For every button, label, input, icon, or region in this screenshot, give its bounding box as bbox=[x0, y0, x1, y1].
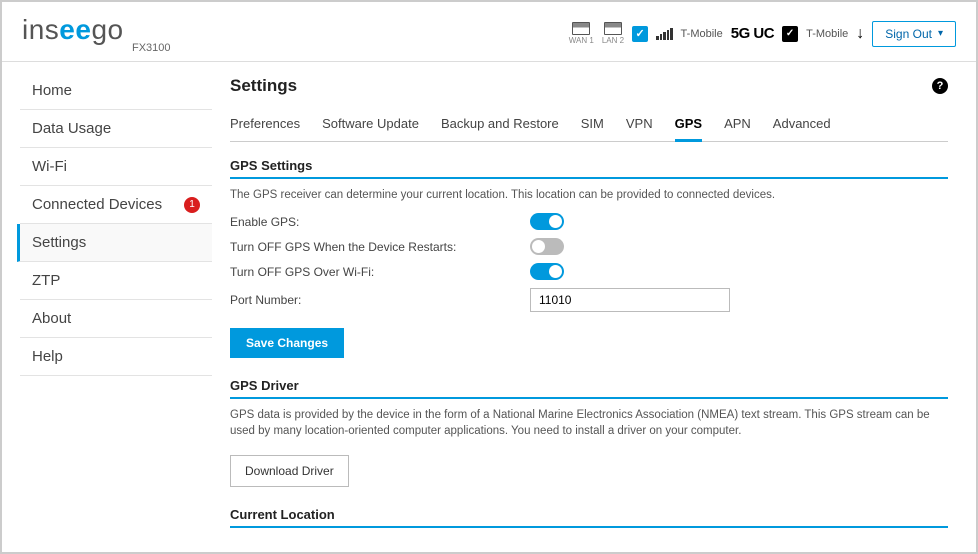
wifi-gps-toggle[interactable] bbox=[530, 263, 564, 280]
signal-bars-icon bbox=[656, 28, 673, 40]
download-arrow-icon: ↓ bbox=[856, 25, 864, 43]
sidebar-label: Connected Devices bbox=[32, 196, 162, 213]
wan1-label: WAN 1 bbox=[569, 36, 594, 45]
port-number-label: Port Number: bbox=[230, 293, 530, 307]
sidebar-item-settings[interactable]: Settings bbox=[17, 224, 212, 262]
sidebar-label: Home bbox=[32, 82, 72, 99]
tab-gps[interactable]: GPS bbox=[675, 110, 702, 142]
save-changes-button[interactable]: Save Changes bbox=[230, 328, 344, 358]
logo-area: inseego FX3100 bbox=[22, 14, 171, 54]
restart-gps-label: Turn OFF GPS When the Device Restarts: bbox=[230, 240, 530, 254]
carrier2-label: T-Mobile bbox=[806, 28, 848, 40]
wan2-label: LAN 2 bbox=[602, 36, 624, 45]
row-wifi-gps: Turn OFF GPS Over Wi-Fi: bbox=[230, 263, 948, 280]
main-content: Settings ? Preferences Software Update B… bbox=[212, 62, 976, 552]
network-type-label: 5G UC bbox=[731, 25, 774, 42]
settings-tabs: Preferences Software Update Backup and R… bbox=[230, 110, 948, 142]
tab-software-update[interactable]: Software Update bbox=[322, 110, 419, 142]
tab-backup-restore[interactable]: Backup and Restore bbox=[441, 110, 559, 142]
sidebar-item-help[interactable]: Help bbox=[20, 338, 212, 376]
brand-suf: go bbox=[91, 14, 123, 45]
sidebar-item-connected-devices[interactable]: Connected Devices 1 bbox=[20, 186, 212, 224]
carrier1-label: T-Mobile bbox=[681, 28, 723, 40]
signout-label: Sign Out bbox=[885, 27, 932, 41]
sidebar-label: Wi-Fi bbox=[32, 158, 67, 175]
sidebar-item-home[interactable]: Home bbox=[20, 72, 212, 110]
sidebar-label: About bbox=[32, 310, 71, 327]
wan1-icon: WAN 1 bbox=[569, 22, 594, 45]
chevron-down-icon: ▾ bbox=[938, 28, 943, 39]
sidebar-label: Help bbox=[32, 348, 63, 365]
restart-gps-toggle[interactable] bbox=[530, 238, 564, 255]
body-wrap: Home Data Usage Wi-Fi Connected Devices 1… bbox=[2, 62, 976, 552]
current-location-heading: Current Location bbox=[230, 507, 948, 528]
tab-preferences[interactable]: Preferences bbox=[230, 110, 300, 142]
connection-ok-icon: ✓ bbox=[782, 26, 798, 42]
brand-mid: ee bbox=[59, 14, 91, 45]
tab-apn[interactable]: APN bbox=[724, 110, 751, 142]
signout-button[interactable]: Sign Out ▾ bbox=[872, 21, 956, 47]
wan2-icon: LAN 2 bbox=[602, 22, 624, 45]
wifi-gps-label: Turn OFF GPS Over Wi-Fi: bbox=[230, 265, 530, 279]
row-port-number: Port Number: bbox=[230, 288, 948, 312]
sidebar-item-data-usage[interactable]: Data Usage bbox=[20, 110, 212, 148]
app-header: inseego FX3100 WAN 1 LAN 2 ✓ T-Mobile 5G… bbox=[2, 2, 976, 62]
gps-driver-heading: GPS Driver bbox=[230, 378, 948, 399]
badge-count: 1 bbox=[184, 197, 200, 213]
sidebar-label: ZTP bbox=[32, 272, 60, 289]
sidebar-label: Data Usage bbox=[32, 120, 111, 137]
enable-gps-label: Enable GPS: bbox=[230, 215, 530, 229]
gps-driver-desc: GPS data is provided by the device in th… bbox=[230, 407, 948, 439]
sidebar-item-ztp[interactable]: ZTP bbox=[20, 262, 212, 300]
brand-pre: ins bbox=[22, 14, 59, 45]
gps-settings-desc: The GPS receiver can determine your curr… bbox=[230, 187, 948, 203]
sidebar-nav: Home Data Usage Wi-Fi Connected Devices 1… bbox=[2, 62, 212, 552]
model-label: FX3100 bbox=[132, 42, 171, 54]
gps-settings-heading: GPS Settings bbox=[230, 158, 948, 179]
tab-advanced[interactable]: Advanced bbox=[773, 110, 831, 142]
enable-gps-toggle[interactable] bbox=[530, 213, 564, 230]
tab-vpn[interactable]: VPN bbox=[626, 110, 653, 142]
page-title-row: Settings ? bbox=[230, 76, 948, 96]
sidebar-item-about[interactable]: About bbox=[20, 300, 212, 338]
sim-status-icon: ✓ bbox=[632, 26, 648, 42]
port-number-input[interactable] bbox=[530, 288, 730, 312]
header-status-area: WAN 1 LAN 2 ✓ T-Mobile 5G UC ✓ T-Mobile … bbox=[569, 21, 956, 47]
tab-sim[interactable]: SIM bbox=[581, 110, 604, 142]
row-enable-gps: Enable GPS: bbox=[230, 213, 948, 230]
download-driver-button[interactable]: Download Driver bbox=[230, 455, 349, 487]
sidebar-item-wifi[interactable]: Wi-Fi bbox=[20, 148, 212, 186]
sidebar-label: Settings bbox=[32, 234, 86, 251]
help-icon[interactable]: ? bbox=[932, 78, 948, 94]
page-title: Settings bbox=[230, 76, 297, 96]
row-restart-gps: Turn OFF GPS When the Device Restarts: bbox=[230, 238, 948, 255]
